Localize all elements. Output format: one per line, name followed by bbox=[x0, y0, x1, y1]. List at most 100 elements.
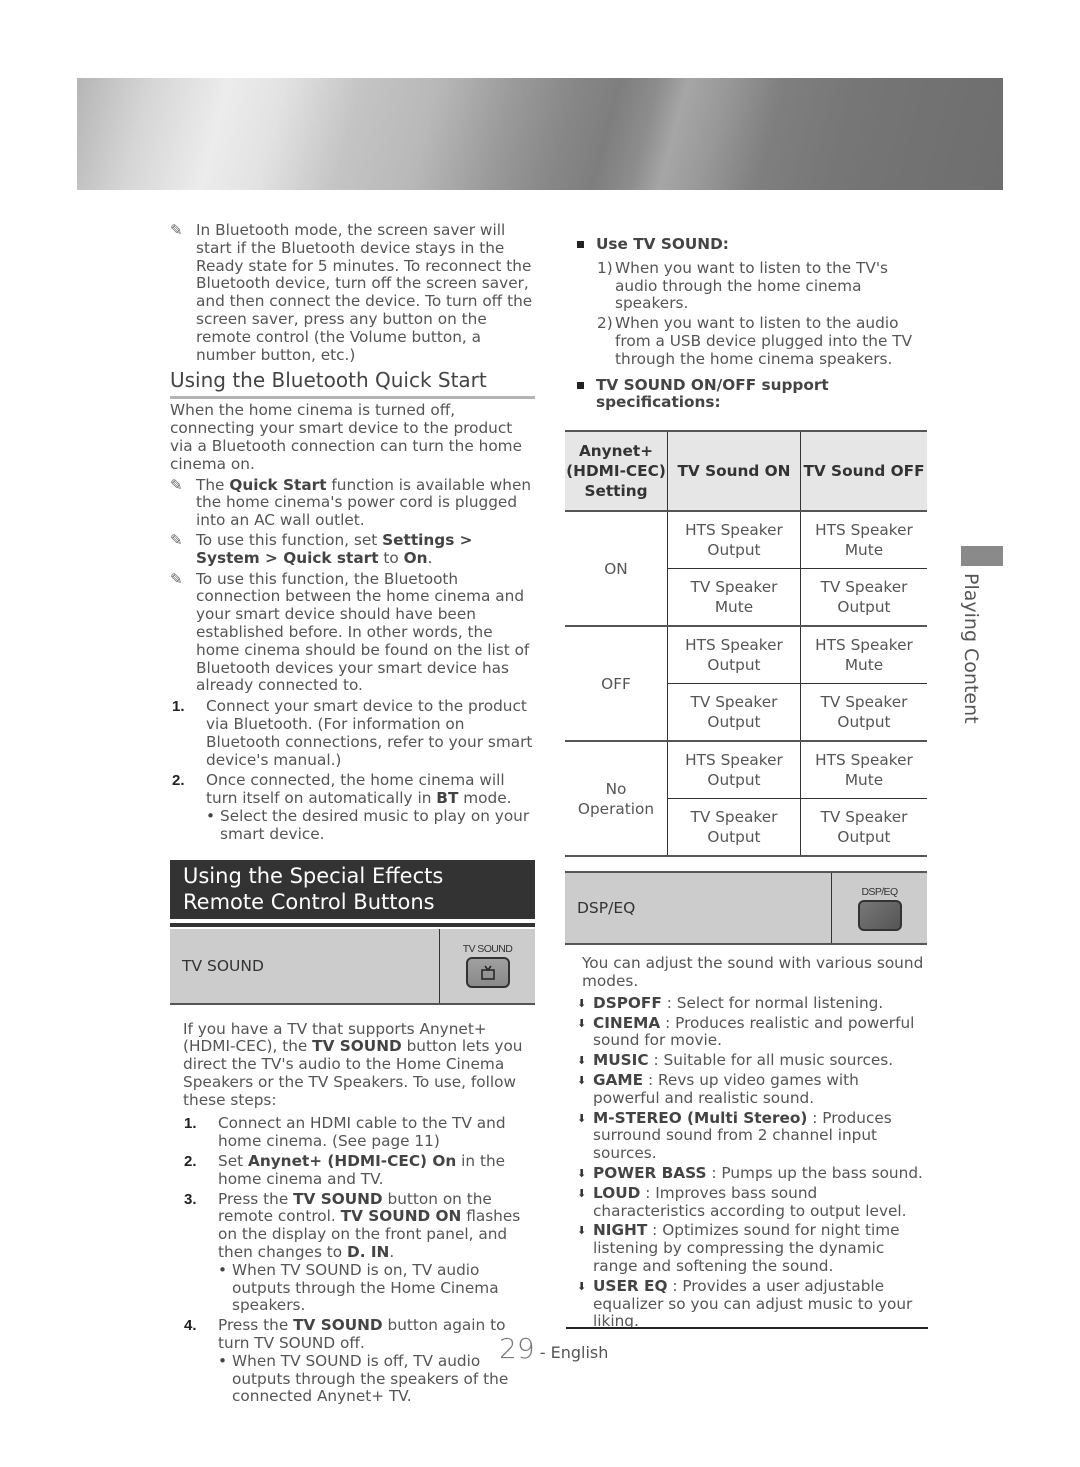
table-cell-setting: No Operation bbox=[565, 741, 668, 858]
bullet-icon: • bbox=[218, 1260, 228, 1279]
tv-sound-label: TV SOUND bbox=[170, 928, 440, 1003]
tv-sound-caption: TV SOUND bbox=[462, 943, 513, 955]
step-number: 2. bbox=[172, 772, 185, 790]
menu-path-quick-start: Quick start bbox=[283, 548, 379, 567]
note-quick-start-setting: ✎ To use this function, set Settings > S… bbox=[170, 530, 535, 568]
arrow-down-icon: ⬇ bbox=[577, 1186, 587, 1200]
dsp-eq-button-row: DSP/EQ DSP/EQ bbox=[565, 871, 927, 946]
table-cell: HTS Speaker Output bbox=[667, 626, 801, 685]
tv-sound-remote-button[interactable]: TV SOUND bbox=[440, 929, 535, 1003]
quick-start-step: 1. Connect your smart device to the prod… bbox=[170, 697, 535, 769]
table-cell: TV Speaker Output bbox=[800, 798, 927, 858]
note-pencil-icon: ✎ bbox=[170, 569, 183, 588]
note-quick-start-availability: ✎ The Quick Start function is available … bbox=[170, 475, 535, 530]
note-text: The bbox=[196, 475, 230, 494]
step-bold: TV SOUND ON bbox=[340, 1207, 462, 1226]
note-text: . bbox=[427, 548, 433, 567]
dsp-mode-desc: Select for normal listening. bbox=[676, 993, 884, 1012]
header-line: (HDMI-CEC) bbox=[566, 462, 666, 481]
dsp-mode-item: ⬇ MUSIC : Suitable for all music sources. bbox=[565, 1051, 927, 1070]
tv-sound-step: 2. Set Anynet+ (HDMI-CEC) On in the home… bbox=[182, 1152, 535, 1189]
dsp-mode-separator: : bbox=[706, 1163, 722, 1182]
table-cell: TV Speaker Mute bbox=[667, 568, 801, 628]
page-language: - English bbox=[539, 1343, 609, 1362]
arrow-down-icon: ⬇ bbox=[577, 1166, 587, 1180]
table-cell: HTS Speaker Mute bbox=[800, 626, 927, 685]
dsp-eq-remote-button[interactable]: DSP/EQ bbox=[832, 873, 927, 943]
step-bullet: • When TV SOUND is off, TV audio outputs… bbox=[182, 1351, 535, 1406]
dsp-mode-separator: : bbox=[667, 1276, 683, 1295]
dsp-mode-separator: : bbox=[648, 1051, 664, 1070]
heading-text: Use TV SOUND: bbox=[596, 235, 729, 253]
dsp-mode-list: ⬇ DSPOFF : Select for normal listening. ⬇ C… bbox=[565, 993, 927, 1331]
arrow-down-icon: ⬇ bbox=[577, 1054, 587, 1068]
step-text: Press the bbox=[218, 1316, 294, 1335]
dsp-mode-separator: : bbox=[647, 1221, 663, 1240]
dsp-mode-item: ⬇ POWER BASS : Pumps up the bass sound. bbox=[565, 1163, 927, 1183]
step-bold: TV SOUND bbox=[293, 1316, 383, 1335]
tv-sound-step: 4. Press the TV SOUND button again to tu… bbox=[182, 1316, 535, 1353]
note-pencil-icon: ✎ bbox=[170, 475, 183, 494]
bullet-text: When TV SOUND is on, TV audio outputs th… bbox=[232, 1260, 499, 1315]
table-cell: HTS Speaker Output bbox=[667, 511, 801, 570]
note-bluetooth-connection: ✎ To use this function, the Bluetooth co… bbox=[170, 569, 535, 696]
table-row: ON HTS Speaker Output HTS Speaker Mute bbox=[565, 511, 927, 628]
item-text: When you want to listen to the audio fro… bbox=[615, 314, 913, 368]
arrow-down-icon: ⬇ bbox=[577, 1073, 587, 1087]
right-column: Use TV SOUND: 1) When you want to listen… bbox=[565, 235, 927, 1331]
header-line: Anynet+ bbox=[578, 442, 654, 461]
dsp-mode-item: ⬇ M-STEREO (Multi Stereo) : Produces surr… bbox=[565, 1109, 927, 1163]
step-number: 4. bbox=[184, 1317, 197, 1335]
dsp-mode-name: POWER BASS bbox=[593, 1163, 707, 1182]
step-text: Press the bbox=[218, 1189, 294, 1208]
dsp-mode-desc: Suitable for all music sources. bbox=[663, 1051, 894, 1070]
table-header-setting: Anynet+ (HDMI-CEC) Setting bbox=[565, 430, 668, 513]
tv-sound-intro: If you have a TV that supports Anynet+ (… bbox=[170, 1020, 535, 1110]
note-text: to bbox=[378, 548, 404, 567]
menu-path-separator: > bbox=[454, 530, 473, 549]
step-text: mode. bbox=[458, 789, 512, 808]
dsp-mode-separator: : bbox=[640, 1183, 656, 1202]
dsp-mode-item: ⬇ LOUD : Improves bass sound characterist… bbox=[565, 1183, 927, 1221]
step-number: 3. bbox=[184, 1190, 197, 1208]
bullet-icon: • bbox=[218, 1351, 228, 1370]
table-row: No Operation HTS Speaker Output HTS Spea… bbox=[565, 741, 927, 858]
table-row: OFF HTS Speaker Output HTS Speaker Mute bbox=[565, 626, 927, 743]
table-cell: TV Speaker Output bbox=[800, 568, 927, 628]
table-cell: HTS Speaker Output bbox=[667, 741, 801, 800]
note-text: To use this function, the Bluetooth conn… bbox=[196, 569, 530, 695]
dsp-mode-separator: : bbox=[660, 1013, 676, 1032]
left-column: ✎ In Bluetooth mode, the screen saver wi… bbox=[170, 221, 535, 1406]
step-bold: TV SOUND bbox=[293, 1189, 383, 1208]
tv-sound-button-row: TV SOUND TV SOUND bbox=[170, 928, 535, 1005]
page-footer: 29 - English bbox=[499, 1332, 608, 1365]
use-tv-sound-item: 1) When you want to listen to the TV's a… bbox=[565, 258, 927, 313]
heading-text: TV SOUND ON/OFF support specifications: bbox=[596, 375, 829, 412]
square-bullet-icon bbox=[577, 381, 584, 389]
dsp-mode-name: NIGHT bbox=[593, 1221, 648, 1240]
quick-start-heading: Using the Bluetooth Quick Start bbox=[170, 368, 535, 400]
dsp-mode-item: ⬇ USER EQ : Provides a user adjustable eq… bbox=[565, 1276, 927, 1331]
arrow-down-icon: ⬇ bbox=[577, 1224, 587, 1238]
item-number: 1) bbox=[597, 258, 613, 277]
bullet-text: When TV SOUND is off, TV audio outputs t… bbox=[232, 1351, 509, 1406]
menu-value-on: On bbox=[403, 548, 428, 567]
step-text: . bbox=[389, 1243, 395, 1262]
dsp-mode-name: LOUD bbox=[593, 1183, 641, 1202]
special-effects-heading: Using the Special Effects Remote Control… bbox=[170, 859, 535, 923]
dsp-eq-caption: DSP/EQ bbox=[861, 885, 898, 898]
item-number: 2) bbox=[597, 314, 613, 333]
step-text: Connect your smart device to the product… bbox=[206, 697, 533, 769]
page-number: 29 bbox=[499, 1332, 535, 1365]
table-cell: TV Speaker Output bbox=[667, 683, 801, 743]
step-number: 1. bbox=[172, 698, 185, 716]
step-bold: Anynet+ (HDMI-CEC) On bbox=[247, 1152, 457, 1171]
dsp-mode-name: CINEMA bbox=[593, 1013, 661, 1032]
dsp-mode-desc: Pumps up the bass sound. bbox=[721, 1163, 923, 1182]
dsp-eq-button-icon bbox=[857, 899, 902, 931]
note-text: To use this function, set bbox=[196, 530, 383, 549]
tv-sound-spec-table: Anynet+ (HDMI-CEC) Setting TV Sound ON T… bbox=[565, 430, 927, 858]
step-number: 2. bbox=[184, 1153, 197, 1171]
intro-bold: TV SOUND bbox=[312, 1037, 402, 1056]
dsp-mode-separator: : bbox=[643, 1070, 658, 1089]
